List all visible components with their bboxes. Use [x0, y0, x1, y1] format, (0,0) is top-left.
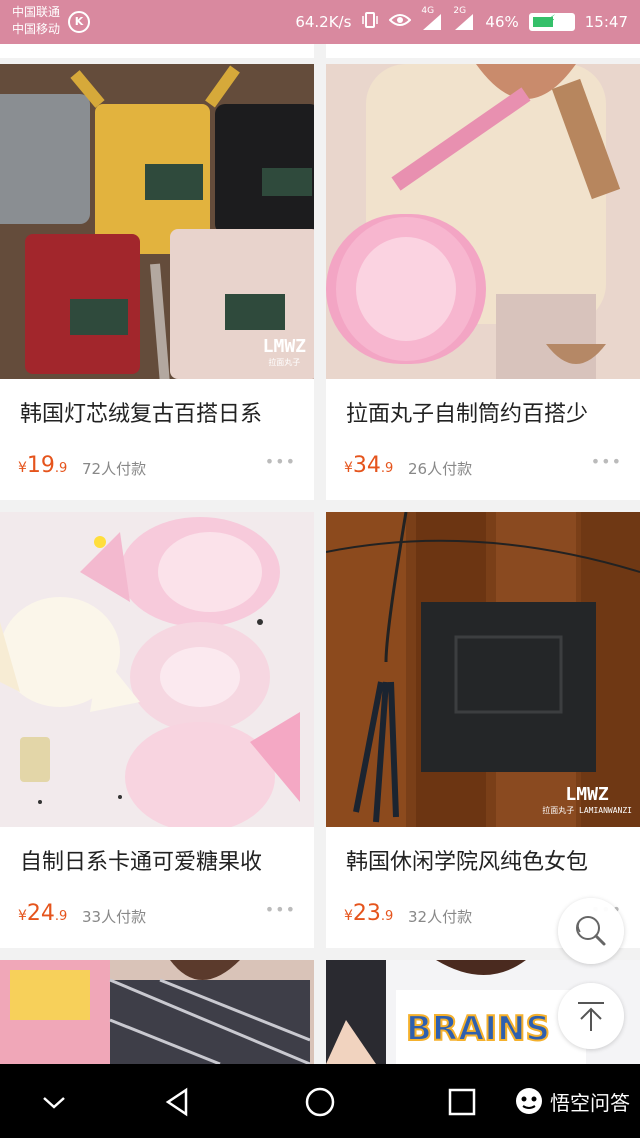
- home-circle-icon: [305, 1087, 335, 1117]
- product-image[interactable]: [0, 512, 314, 827]
- currency-symbol: ¥: [344, 908, 353, 924]
- back-to-top-button[interactable]: [558, 983, 624, 1049]
- signal-2g-label: 2G: [453, 5, 467, 16]
- currency-symbol: ¥: [344, 460, 353, 476]
- product-price: ¥19.9: [18, 453, 67, 478]
- product-title[interactable]: 韩国灯芯绒复古百搭日系: [20, 396, 305, 428]
- watermark: LMWZ 拉面丸子 LAMIANWANZI: [542, 784, 632, 819]
- product-card[interactable]: 拉面丸子自制筒约百搭少 ¥34.9 26人付款 •••: [326, 64, 640, 500]
- currency-symbol: ¥: [18, 908, 27, 924]
- vibrate-icon: [361, 11, 379, 33]
- currency-symbol: ¥: [18, 460, 27, 476]
- back-button[interactable]: [158, 1082, 198, 1122]
- product-image[interactable]: LMWZ 拉面丸子 LAMIANWANZI: [326, 512, 640, 827]
- search-icon: [576, 916, 606, 946]
- wukong-logo-icon: [516, 1088, 542, 1114]
- price-decimal: .9: [54, 909, 68, 924]
- signal-4g-label: 4G: [421, 5, 435, 16]
- battery-icon: ⚡: [528, 13, 575, 31]
- watermark: LMWZ 拉面丸子: [262, 336, 306, 371]
- recents-square-icon: [448, 1088, 476, 1116]
- carrier-info: 中国联通 中国移动: [12, 4, 60, 38]
- product-price: ¥24.9: [18, 901, 67, 926]
- signal-4g-icon: 4G: [421, 6, 443, 33]
- hide-nav-button[interactable]: [34, 1082, 74, 1122]
- arrow-up-icon: [578, 1002, 604, 1031]
- carrier-1: 中国联通: [12, 5, 61, 19]
- more-options-icon[interactable]: •••: [265, 452, 296, 471]
- price-integer: 34: [352, 453, 381, 478]
- price-integer: 23: [352, 901, 381, 926]
- recents-button[interactable]: [442, 1082, 482, 1122]
- price-decimal: .9: [54, 461, 68, 476]
- product-image[interactable]: [326, 64, 640, 379]
- more-options-icon[interactable]: •••: [265, 900, 296, 919]
- product-card[interactable]: LMWZ 拉面丸子 LAMIANWANZI 韩国休闲学院风纯色女包 ¥23.9 …: [326, 512, 640, 948]
- sold-count: 32人付款: [408, 908, 473, 926]
- status-bar: 中国联通 中国移动 K 64.2K/s 4G 2G 46% ⚡ 15:47: [0, 0, 640, 44]
- net-speed: 64.2K/s: [295, 13, 352, 31]
- sold-count: 33人付款: [82, 908, 147, 926]
- svg-text:BRAINS: BRAINS: [406, 1009, 550, 1049]
- clock: 15:47: [584, 13, 628, 31]
- wukong-brand: 悟空问答: [514, 1086, 630, 1116]
- price-integer: 24: [26, 901, 55, 926]
- product-card[interactable]: 自制日系卡通可爱糖果收 ¥24.9 33人付款 •••: [0, 512, 314, 948]
- product-card[interactable]: LMWZ 拉面丸子 韩国灯芯绒复古百搭日系 ¥19.9 72人付款 •••: [0, 64, 314, 500]
- watermark-text: LMWZ: [565, 784, 609, 805]
- back-triangle-icon: [165, 1087, 188, 1117]
- search-fab[interactable]: [558, 898, 624, 964]
- product-price: ¥34.9: [344, 453, 393, 478]
- watermark-subtext: 拉面丸子 LAMIANWANZI: [542, 806, 632, 815]
- status-indicators: 64.2K/s 4G 2G 46% ⚡ 15:47: [295, 6, 628, 33]
- product-card[interactable]: [0, 960, 314, 1064]
- home-button[interactable]: [300, 1082, 340, 1122]
- price-decimal: .9: [380, 461, 394, 476]
- chevron-down-icon: [43, 1097, 65, 1109]
- watermark-subtext: 拉面丸子: [268, 358, 301, 367]
- k-app-icon: K: [68, 11, 90, 33]
- product-feed[interactable]: LMWZ 拉面丸子 韩国灯芯绒复古百搭日系 ¥19.9 72人付款 ••• 拉面…: [0, 44, 640, 1064]
- eye-icon: [389, 12, 412, 32]
- battery-percent: 46%: [485, 13, 519, 31]
- product-image[interactable]: [0, 960, 314, 1064]
- more-options-icon[interactable]: •••: [591, 452, 622, 471]
- sold-count: 26人付款: [408, 460, 473, 478]
- price-integer: 19: [26, 453, 55, 478]
- watermark-text: LMWZ: [262, 336, 306, 357]
- product-title[interactable]: 拉面丸子自制筒约百搭少: [346, 396, 631, 428]
- product-title[interactable]: 韩国休闲学院风纯色女包: [346, 844, 631, 876]
- price-decimal: .9: [380, 909, 394, 924]
- previous-card-bottom: [0, 44, 314, 58]
- brand-name: 悟空问答: [550, 1090, 630, 1115]
- carrier-2: 中国移动: [12, 22, 61, 36]
- signal-2g-icon: 2G: [453, 6, 475, 33]
- product-title[interactable]: 自制日系卡通可爱糖果收: [20, 844, 305, 876]
- product-image[interactable]: LMWZ 拉面丸子: [0, 64, 314, 379]
- navigation-bar: 悟空问答: [0, 1064, 640, 1138]
- sold-count: 72人付款: [82, 460, 147, 478]
- previous-card-bottom: [326, 44, 640, 58]
- product-price: ¥23.9: [344, 901, 393, 926]
